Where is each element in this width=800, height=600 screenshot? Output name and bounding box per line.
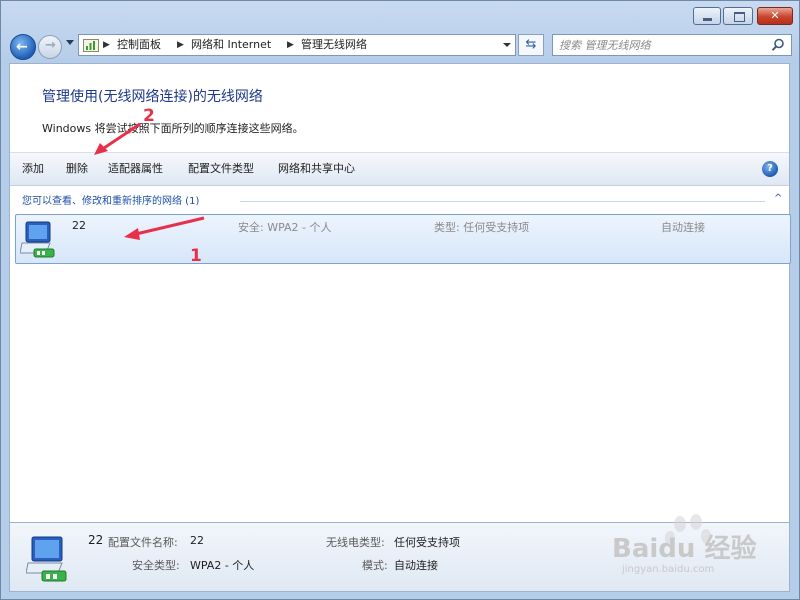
network-mode: 自动连接 xyxy=(661,221,705,234)
profile-name-value: 22 xyxy=(190,534,204,547)
watermark-brand: Baidu 经验 xyxy=(612,534,757,564)
wireless-network-large-icon xyxy=(26,536,67,582)
address-dropdown-icon[interactable] xyxy=(503,43,511,47)
refresh-icon: ⇆ xyxy=(525,37,537,52)
back-arrow-icon: ← xyxy=(16,39,28,55)
control-panel-icon xyxy=(83,39,99,52)
maximize-icon xyxy=(734,12,745,22)
details-network-name: 22 xyxy=(88,533,104,547)
maximize-button[interactable] xyxy=(723,7,753,25)
network-name: 22 xyxy=(72,219,86,232)
title-bar: ✕ xyxy=(1,1,799,31)
network-type: 类型: 任何受支持项 xyxy=(434,221,530,234)
back-button[interactable]: ← xyxy=(10,34,36,60)
page-description: Windows 将尝试按照下面所列的顺序连接这些网络。 xyxy=(42,122,304,135)
help-icon[interactable]: ? xyxy=(762,161,778,177)
security-type-value: WPA2 - 个人 xyxy=(190,559,255,572)
command-bar: 添加 删除 适配器属性 配置文件类型 网络和共享中心 ? xyxy=(10,152,789,186)
network-security: 安全: WPA2 - 个人 xyxy=(238,221,332,234)
search-box[interactable] xyxy=(552,34,792,56)
breadcrumb-separator[interactable]: ▶ xyxy=(177,35,184,55)
address-bar[interactable]: ▶ 控制面板 ▶ 网络和 Internet ▶ 管理无线网络 xyxy=(78,34,516,56)
radio-type-value: 任何受支持项 xyxy=(394,536,460,549)
delete-button[interactable]: 删除 xyxy=(66,153,88,185)
page-title: 管理使用(无线网络连接)的无线网络 xyxy=(42,89,263,105)
search-icon[interactable] xyxy=(771,38,785,52)
close-icon: ✕ xyxy=(770,9,780,22)
breadcrumb-control-panel[interactable]: 控制面板 xyxy=(117,35,161,55)
network-row[interactable]: 22 安全: WPA2 - 个人 类型: 任何受支持项 自动连接 xyxy=(15,214,791,264)
search-input[interactable] xyxy=(559,37,759,53)
annotation-number-2: 2 xyxy=(143,106,155,126)
watermark-url: jingyan.baidu.com xyxy=(622,564,715,575)
minimize-button[interactable] xyxy=(693,7,721,25)
profile-name-label: 配置文件名称: xyxy=(108,536,178,549)
content-pane: 管理使用(无线网络连接)的无线网络 Windows 将尝试按照下面所列的顺序连接… xyxy=(9,63,791,583)
radio-type-label: 无线电类型: xyxy=(326,536,385,549)
annotation-number-1: 1 xyxy=(190,246,202,266)
close-button[interactable]: ✕ xyxy=(757,7,793,25)
adapter-properties-button[interactable]: 适配器属性 xyxy=(108,153,163,185)
sharing-center-button[interactable]: 网络和共享中心 xyxy=(278,153,355,185)
collapse-chevron-icon[interactable]: ^ xyxy=(774,193,782,204)
breadcrumb-separator[interactable]: ▶ xyxy=(287,35,294,55)
breadcrumb-separator[interactable]: ▶ xyxy=(103,35,110,55)
mode-label: 模式: xyxy=(362,559,388,572)
wireless-network-icon xyxy=(20,221,55,258)
breadcrumb-network-internet[interactable]: 网络和 Internet xyxy=(191,35,271,55)
add-button[interactable]: 添加 xyxy=(22,153,44,185)
group-header[interactable]: 您可以查看、修改和重新排序的网络 (1) xyxy=(22,192,199,207)
profile-types-button[interactable]: 配置文件类型 xyxy=(188,153,254,185)
breadcrumb-manage-wireless[interactable]: 管理无线网络 xyxy=(301,35,367,55)
forward-arrow-icon: → xyxy=(45,38,56,53)
mode-value: 自动连接 xyxy=(394,559,438,572)
group-divider xyxy=(240,201,765,202)
forward-button[interactable]: → xyxy=(38,35,62,59)
refresh-button[interactable]: ⇆ xyxy=(518,34,544,56)
recent-pages-dropdown[interactable] xyxy=(66,40,74,45)
minimize-icon xyxy=(703,18,712,21)
security-type-label: 安全类型: xyxy=(132,559,180,572)
